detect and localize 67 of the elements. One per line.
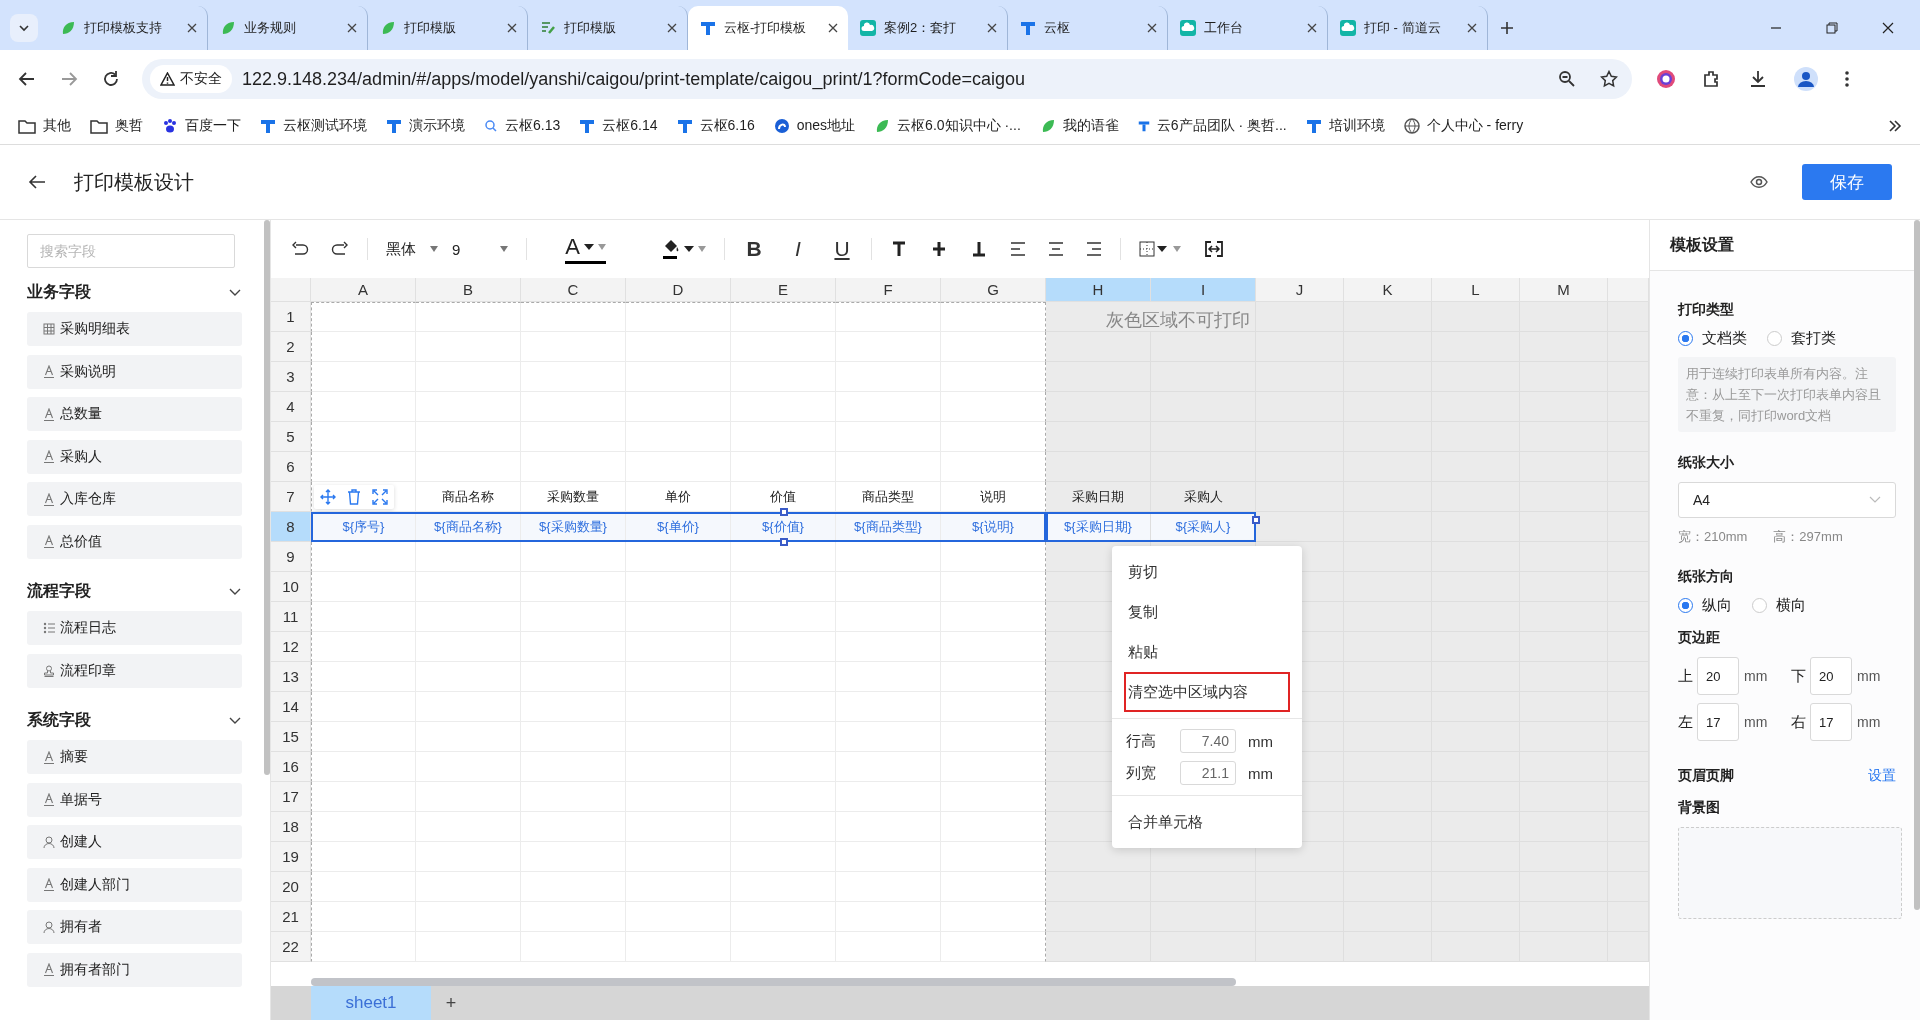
page-title: 打印模板设计 [74, 169, 194, 195]
margin-label: 右 [1791, 712, 1805, 732]
radio-label: 横向 [1776, 596, 1806, 615]
setting-label: 背景图 [1678, 799, 1721, 817]
tab-title: 打印 - 简道云 [1364, 19, 1442, 37]
bookmark-label: 云枢测试环境 [283, 117, 367, 135]
paper-height: 高：297mm [1773, 528, 1843, 546]
unit-label: mm [1248, 732, 1273, 750]
bookmark-label: 个人中心 - ferry [1426, 117, 1524, 135]
radio-label: 套打类 [1791, 329, 1836, 348]
radio-label: 纵向 [1702, 596, 1732, 615]
unit-label: mm [1744, 714, 1768, 730]
field-label: 创建人部门 [60, 875, 130, 894]
margin-label: 上 [1678, 666, 1692, 686]
bookmark-label: 其他 [43, 117, 71, 135]
radio-label: 文档类 [1702, 329, 1747, 348]
tab-title: 工作台 [1204, 19, 1244, 37]
url-text: 122.9.148.234/admin/#/apps/model/yanshi/caigou/print-template/caigou_print/1?formCode=caigou [242, 68, 1025, 90]
field-label: 流程日志 [60, 619, 116, 637]
field-label: 拥有者 [60, 918, 102, 936]
bookmark-label: 云枢6.13 [505, 117, 561, 135]
bookmark-label: 百度一下 [185, 117, 241, 135]
unit-label: mm [1248, 764, 1273, 782]
field-label: 单据号 [60, 790, 102, 809]
tab-title: 打印模板支持 [84, 19, 163, 37]
unit-label: mm [1857, 714, 1881, 730]
bookmark-label: 云枢6.16 [699, 117, 755, 135]
bookmark-label: 奥哲 [115, 117, 143, 135]
bookmark-label: 演示环境 [409, 117, 465, 135]
setting-label: 纸张方向 [1678, 568, 1735, 586]
margin-label: 左 [1678, 712, 1692, 732]
unit-label: mm [1857, 668, 1881, 684]
tab-title: 案例2：套打 [884, 19, 958, 37]
size-label: 列宽 [1126, 763, 1156, 783]
tab-title: 云枢-打印模板 [724, 19, 808, 37]
field-label: 总价值 [60, 532, 102, 551]
section-title: 流程字段 [27, 580, 91, 601]
field-label: 摘要 [60, 748, 88, 766]
paper-width: 宽：210mm [1678, 528, 1748, 546]
tab-title: 云枢 [1044, 19, 1071, 37]
field-label: 采购人 [60, 447, 102, 466]
section-title: 业务字段 [27, 281, 91, 302]
tab-title: 打印模版 [404, 19, 457, 37]
bookmark-label: 云枢6.0知识中心 ·... [897, 117, 1021, 135]
bookmark-label: 我的语雀 [1062, 117, 1119, 135]
section-title: 系统字段 [27, 709, 91, 730]
tab-title: 业务规则 [244, 19, 297, 37]
field-label: 采购明细表 [60, 320, 130, 338]
field-label: 入库仓库 [60, 490, 116, 508]
security-label: 不安全 [180, 70, 222, 88]
field-label: 采购说明 [60, 362, 116, 381]
field-label: 拥有者部门 [60, 960, 130, 979]
size-label: 行高 [1126, 731, 1156, 751]
field-label: 流程印章 [60, 661, 116, 680]
bookmark-label: 云枢6.14 [602, 117, 658, 135]
tab-title: 打印模版 [564, 19, 617, 37]
field-label: 创建人 [60, 833, 102, 851]
unit-label: mm [1744, 668, 1768, 684]
non-printable-label: 灰色区域不可打印 [1106, 309, 1250, 332]
bookmark-label: ones地址 [796, 117, 856, 135]
setting-label: 页眉页脚 [1678, 767, 1734, 785]
field-label: 总数量 [60, 405, 102, 423]
setting-label: 打印类型 [1678, 301, 1735, 319]
setting-label: 纸张大小 [1678, 454, 1735, 472]
margin-label: 下 [1791, 666, 1805, 686]
setting-label: 页边距 [1678, 629, 1721, 647]
bookmark-label: 培训环境 [1328, 117, 1385, 135]
